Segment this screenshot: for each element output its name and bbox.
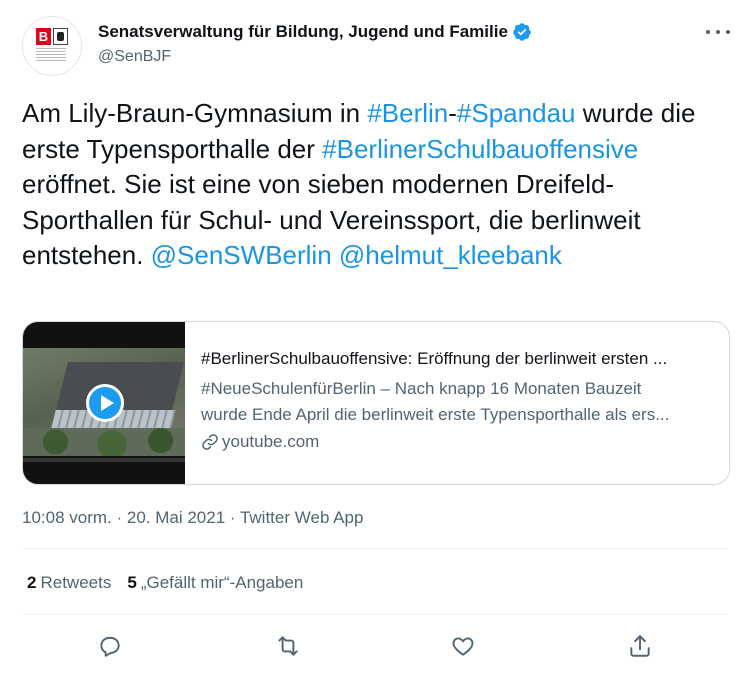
card-description: #NeueSchulenfürBerlin – Nach knapp 16 Mo… xyxy=(201,376,713,428)
retweets-count: 2 xyxy=(27,573,37,592)
card-description-line: #NeueSchulenfürBerlin – Nach knapp 16 Mo… xyxy=(201,379,642,398)
card-body: #BerlinerSchulbauoffensive: Eröffnung de… xyxy=(201,348,713,454)
action-bar xyxy=(22,626,728,666)
berlin-bear-icon xyxy=(53,28,68,45)
more-icon[interactable] xyxy=(706,22,730,42)
like-icon[interactable] xyxy=(448,631,478,661)
tweet-text: Am Lily-Braun-Gymnasium in #Berlin-#Span… xyxy=(22,96,726,274)
handle[interactable]: @SenBJF xyxy=(98,48,171,66)
tweet-text-segment: - xyxy=(448,98,457,128)
video-thumbnail[interactable] xyxy=(23,322,185,484)
engagement-stats: 2 Retweets 5 „Gefällt mir“-Angaben xyxy=(27,573,303,593)
card-description-line: wurde Ende April die berlinweit erste Ty… xyxy=(201,405,670,424)
likes-label: „Gefällt mir“-Angaben xyxy=(140,573,304,592)
card-domain-text: youtube.com xyxy=(222,432,320,451)
retweets-label: Retweets xyxy=(40,573,112,592)
tweet-link[interactable]: @SenSWBerlin xyxy=(151,240,332,270)
retweet-icon[interactable] xyxy=(273,631,303,661)
retweets-stat[interactable]: 2 Retweets xyxy=(27,573,111,593)
tweet-link[interactable]: #BerlinerSchulbauoffensive xyxy=(322,134,638,164)
name-row: Senatsverwaltung für Bildung, Jugend und… xyxy=(98,22,532,42)
tweet-timestamp[interactable]: 10:08 vorm. · 20. Mai 2021 · Twitter Web… xyxy=(22,508,363,528)
likes-count: 5 xyxy=(127,573,137,592)
verified-icon xyxy=(513,23,531,41)
tweet-link[interactable]: #Spandau xyxy=(457,98,576,128)
divider xyxy=(22,614,728,615)
tweet-text-segment: Am Lily-Braun-Gymnasium in xyxy=(22,98,368,128)
tweet-text-segment xyxy=(332,240,339,270)
play-icon[interactable] xyxy=(86,384,124,422)
share-icon[interactable] xyxy=(625,631,655,661)
link-card[interactable]: #BerlinerSchulbauoffensive: Eröffnung de… xyxy=(22,321,730,485)
tweet-link[interactable]: @helmut_kleebank xyxy=(339,240,562,270)
card-domain: youtube.com xyxy=(201,430,713,454)
tweet-link[interactable]: #Berlin xyxy=(367,98,448,128)
tweet-header: B Senatsverwaltung für Bildung, Jugend u… xyxy=(22,16,734,76)
display-name[interactable]: Senatsverwaltung für Bildung, Jugend und… xyxy=(98,22,508,42)
reply-icon[interactable] xyxy=(95,631,125,661)
link-icon xyxy=(202,434,218,450)
card-title: #BerlinerSchulbauoffensive: Eröffnung de… xyxy=(201,349,668,368)
video-progress-bar xyxy=(23,458,185,462)
divider xyxy=(22,548,728,549)
likes-stat[interactable]: 5 „Gefällt mir“-Angaben xyxy=(127,573,303,593)
avatar-logo-letter: B xyxy=(36,28,51,45)
avatar-logo-text-lines xyxy=(36,48,66,62)
avatar[interactable]: B xyxy=(22,16,82,76)
